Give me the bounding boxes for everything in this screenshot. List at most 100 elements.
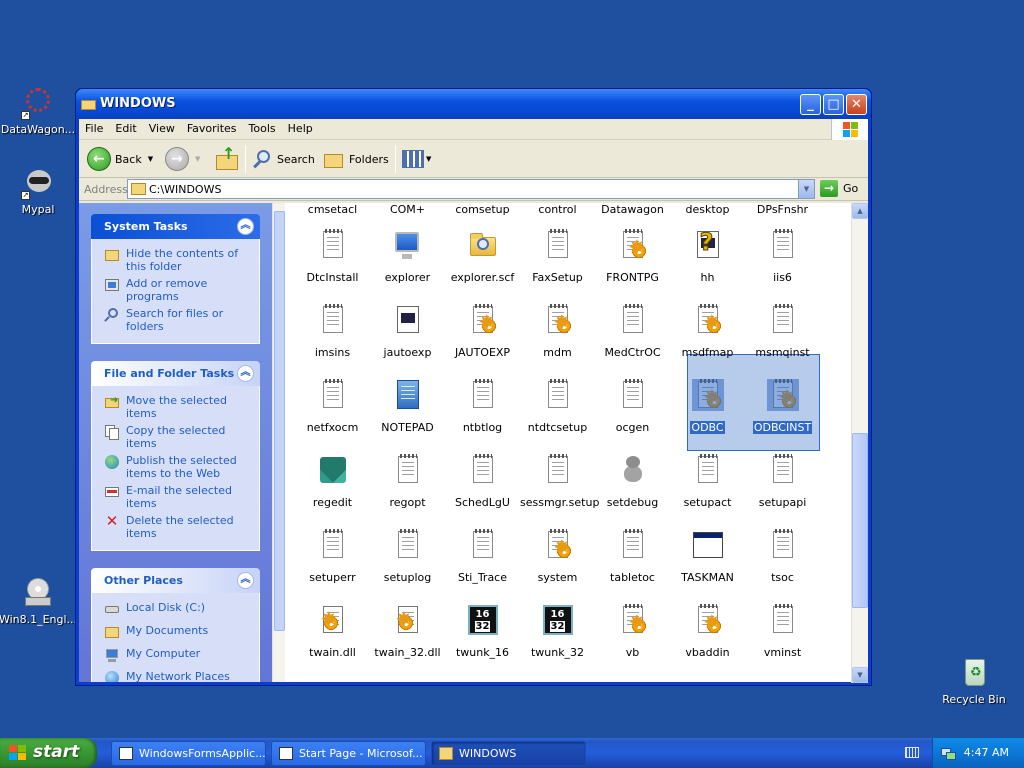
file-item[interactable]: ntdtcsetup <box>520 379 595 449</box>
file-item[interactable]: tsoc <box>745 529 820 599</box>
chevron-down-icon[interactable]: ▼ <box>148 155 153 163</box>
file-item[interactable]: setupapi <box>745 454 820 524</box>
file-item[interactable]: ocgen <box>595 379 670 449</box>
file-name[interactable]: COM+ <box>370 203 445 216</box>
task-add-remove-programs[interactable]: Add or remove programs <box>104 277 253 303</box>
file-item[interactable]: system <box>520 529 595 599</box>
collapse-chevron-icon[interactable]: ︽ <box>237 365 254 382</box>
clock[interactable]: 4:47 AM <box>964 746 1009 759</box>
file-item[interactable]: ntbtlog <box>445 379 520 449</box>
file-folder-tasks-header[interactable]: File and Folder Tasks ︽ <box>91 361 260 386</box>
address-input[interactable]: C:\WINDOWS ▼ <box>127 179 815 199</box>
keyboard-icon[interactable] <box>905 747 919 758</box>
folders-button[interactable]: Folders <box>323 146 389 172</box>
forward-button[interactable]: → ▼ <box>165 146 200 172</box>
file-item[interactable]: setuperr <box>295 529 370 599</box>
place-local-disk[interactable]: Local Disk (C:) <box>104 601 253 617</box>
file-name[interactable]: cmsetacl <box>295 203 370 216</box>
title-bar[interactable]: WINDOWS _ □ ✕ <box>76 89 871 119</box>
file-item[interactable]: regedit <box>295 454 370 524</box>
back-button[interactable]: ← Back ▼ <box>87 146 153 172</box>
file-item[interactable]: iis6 <box>745 229 820 299</box>
desktop-icon-recycle-bin[interactable]: ♻ Recycle Bin <box>934 656 1014 706</box>
taskbar-item-start-page[interactable]: Start Page - Microsof... <box>271 741 426 766</box>
task-pane-scroll-thumb[interactable] <box>274 211 285 631</box>
file-item[interactable]: JAUTOEXP <box>445 304 520 374</box>
file-name[interactable]: Datawagon <box>595 203 670 216</box>
file-item[interactable]: netfxocm <box>295 379 370 449</box>
file-item[interactable]: FaxSetup <box>520 229 595 299</box>
menu-tools[interactable]: Tools <box>243 119 282 138</box>
task-copy-items[interactable]: Copy the selected items <box>104 424 253 450</box>
file-item[interactable]: TASKMAN <box>670 529 745 599</box>
file-item[interactable]: twain_32.dll <box>370 604 445 674</box>
place-my-computer[interactable]: My Computer <box>104 647 253 663</box>
file-item[interactable]: msdfmap <box>670 304 745 374</box>
task-delete-items[interactable]: ✕ Delete the selected items <box>104 514 253 541</box>
place-network-places[interactable]: My Network Places <box>104 670 253 682</box>
task-publish-web[interactable]: Publish the selected items to the Web <box>104 454 253 480</box>
desktop-icon-cd-drive[interactable]: Win8.1_Engl... <box>0 576 78 626</box>
file-name[interactable]: DPsFnshr <box>745 203 820 216</box>
system-tasks-header[interactable]: System Tasks ︽ <box>91 214 260 239</box>
desktop-icon-mypal[interactable]: ↗ Mypal <box>0 166 78 216</box>
file-item[interactable]: vminst <box>745 604 820 674</box>
file-item[interactable]: vb <box>595 604 670 674</box>
file-name[interactable]: desktop <box>670 203 745 216</box>
file-item[interactable]: MedCtrOC <box>595 304 670 374</box>
file-item[interactable]: DtcInstall <box>295 229 370 299</box>
file-item[interactable]: NOTEPAD <box>370 379 445 449</box>
file-item[interactable]: sessmgr.setup <box>520 454 599 524</box>
menu-file[interactable]: File <box>79 119 109 138</box>
maximize-button[interactable]: □ <box>823 94 844 115</box>
chevron-down-icon[interactable]: ▼ <box>195 155 200 163</box>
file-item[interactable]: imsins <box>295 304 370 374</box>
desktop-icon-datawagon[interactable]: ↗ DataWagon... <box>0 86 78 136</box>
minimize-button[interactable]: _ <box>800 94 821 115</box>
file-name[interactable]: control <box>520 203 595 216</box>
task-pane-scrollbar[interactable] <box>272 203 285 682</box>
menu-favorites[interactable]: Favorites <box>181 119 243 138</box>
file-item[interactable]: explorer.scf <box>445 229 520 299</box>
menu-view[interactable]: View <box>143 119 181 138</box>
start-button[interactable]: start <box>0 738 97 768</box>
file-item[interactable]: Sti_Trace <box>445 529 520 599</box>
file-name[interactable]: comsetup <box>445 203 520 216</box>
close-button[interactable]: ✕ <box>846 94 867 115</box>
file-item[interactable]: setdebug <box>595 454 670 524</box>
file-item[interactable]: 16 32 twunk_32 <box>520 604 595 674</box>
file-item[interactable]: regopt <box>370 454 445 524</box>
file-item[interactable]: ODBC <box>670 379 745 449</box>
taskbar-item-windows[interactable]: WINDOWS <box>431 741 586 766</box>
task-move-items[interactable]: ➜ Move the selected items <box>104 394 253 420</box>
place-my-documents[interactable]: My Documents <box>104 624 253 640</box>
file-list-scrollbar[interactable]: ▲ ▼ <box>851 203 868 683</box>
file-item[interactable]: twain.dll <box>295 604 370 674</box>
taskbar-item-windowsforms[interactable]: WindowsFormsApplic... <box>111 741 266 766</box>
file-item[interactable]: FRONTPG <box>595 229 670 299</box>
file-item[interactable]: explorer <box>370 229 445 299</box>
other-places-header[interactable]: Other Places ︽ <box>91 568 260 593</box>
file-item[interactable]: setuplog <box>370 529 445 599</box>
file-item[interactable]: mdm <box>520 304 595 374</box>
task-hide-contents[interactable]: Hide the contents of this folder <box>104 247 253 273</box>
chevron-down-icon[interactable]: ▼ <box>426 155 431 163</box>
go-button[interactable]: → Go <box>820 180 858 197</box>
file-item[interactable]: SchedLgU <box>445 454 520 524</box>
address-dropdown-icon[interactable]: ▼ <box>798 180 814 198</box>
file-item[interactable]: jautoexp <box>370 304 445 374</box>
file-item[interactable]: vbaddin <box>670 604 745 674</box>
file-item[interactable]: ? hh <box>670 229 745 299</box>
file-item[interactable]: setupact <box>670 454 745 524</box>
file-item[interactable]: ODBCINST <box>745 379 820 449</box>
menu-edit[interactable]: Edit <box>109 119 142 138</box>
task-email-items[interactable]: E-mail the selected items <box>104 484 253 510</box>
search-button[interactable]: Search <box>251 146 315 172</box>
scroll-up-icon[interactable]: ▲ <box>852 203 868 219</box>
collapse-chevron-icon[interactable]: ︽ <box>237 572 254 589</box>
file-item[interactable]: tabletoc <box>595 529 670 599</box>
collapse-chevron-icon[interactable]: ︽ <box>237 218 254 235</box>
file-item[interactable]: 16 32 twunk_16 <box>445 604 520 674</box>
file-list-scroll-thumb[interactable] <box>852 433 868 608</box>
menu-help[interactable]: Help <box>282 119 319 138</box>
